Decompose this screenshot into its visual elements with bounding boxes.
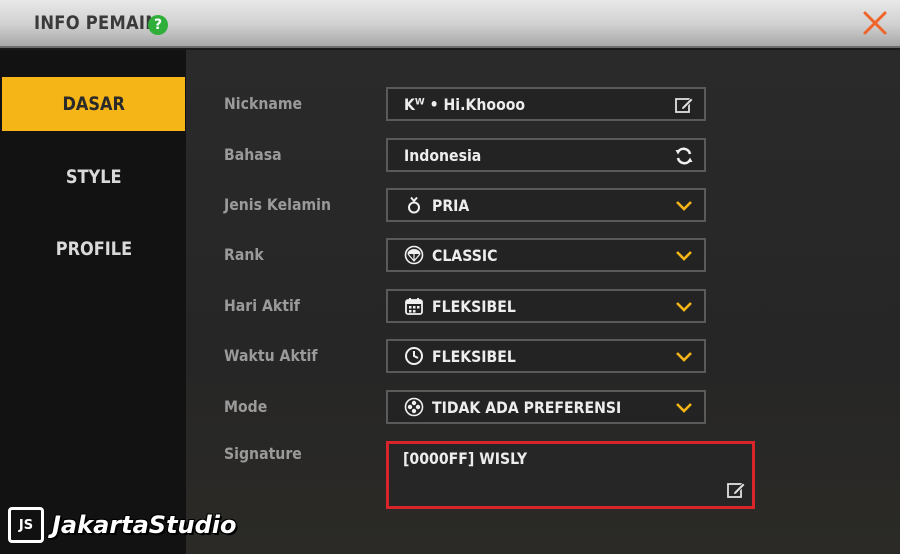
rank-value: CLASSIC <box>432 245 498 265</box>
bahasa-field[interactable]: Indonesia <box>386 138 706 172</box>
clock-icon <box>404 346 424 366</box>
mode-dropdown[interactable]: TIDAK ADA PREFERENSI <box>386 390 706 424</box>
signature-value: [0000FF] WISLY <box>403 449 528 468</box>
waktu-aktif-dropdown[interactable]: FLEKSIBEL <box>386 339 706 373</box>
tab-label: STYLE <box>65 166 122 188</box>
refresh-icon[interactable] <box>674 146 694 166</box>
male-symbol-icon <box>404 195 424 215</box>
signature-field[interactable]: [0000FF] WISLY <box>386 441 755 509</box>
mode-value: TIDAK ADA PREFERENSI <box>432 397 622 417</box>
close-icon[interactable] <box>860 8 890 38</box>
tab-dasar[interactable]: DASAR <box>2 77 185 131</box>
chevron-down-icon <box>674 297 694 317</box>
hari-aktif-value: FLEKSIBEL <box>432 296 516 316</box>
chevron-down-icon <box>674 398 694 418</box>
signature-label: Signature <box>224 444 302 463</box>
calendar-icon <box>404 296 424 316</box>
chevron-down-icon <box>674 347 694 367</box>
hari-aktif-label: Hari Aktif <box>224 296 300 315</box>
tab-profile[interactable]: PROFILE <box>2 222 185 276</box>
watermark: JS JakartaStudio <box>8 506 237 544</box>
bahasa-label: Bahasa <box>224 145 282 164</box>
tab-label: DASAR <box>62 93 125 115</box>
mode-label: Mode <box>224 397 268 416</box>
edit-icon[interactable] <box>726 480 746 500</box>
tab-label: PROFILE <box>55 238 132 260</box>
rank-dropdown[interactable]: CLASSIC <box>386 238 706 272</box>
page-title: INFO PEMAIN <box>34 12 160 34</box>
nickname-label: Nickname <box>224 94 303 113</box>
tab-style[interactable]: STYLE <box>2 150 185 204</box>
bahasa-value: Indonesia <box>404 145 482 165</box>
chevron-down-icon <box>674 196 694 216</box>
title-bar: INFO PEMAIN ? <box>0 0 900 48</box>
jenis-kelamin-dropdown[interactable]: PRIA <box>386 188 706 222</box>
waktu-aktif-label: Waktu Aktif <box>224 346 318 365</box>
watermark-logo: JS <box>8 507 44 543</box>
nickname-value: Kᵂ • Hi.Khoooo <box>404 94 526 114</box>
watermark-text: JakartaStudio <box>52 511 237 539</box>
rank-label: Rank <box>224 245 264 264</box>
chevron-down-icon <box>674 246 694 266</box>
nickname-field[interactable]: Kᵂ • Hi.Khoooo <box>386 87 706 121</box>
help-icon[interactable]: ? <box>148 15 168 35</box>
mode-icon <box>404 397 424 417</box>
edit-icon[interactable] <box>674 95 694 115</box>
jenis-kelamin-label: Jenis Kelamin <box>224 195 331 214</box>
waktu-aktif-value: FLEKSIBEL <box>432 346 516 366</box>
jenis-kelamin-value: PRIA <box>432 195 470 215</box>
hari-aktif-dropdown[interactable]: FLEKSIBEL <box>386 289 706 323</box>
parachute-icon <box>404 245 424 265</box>
